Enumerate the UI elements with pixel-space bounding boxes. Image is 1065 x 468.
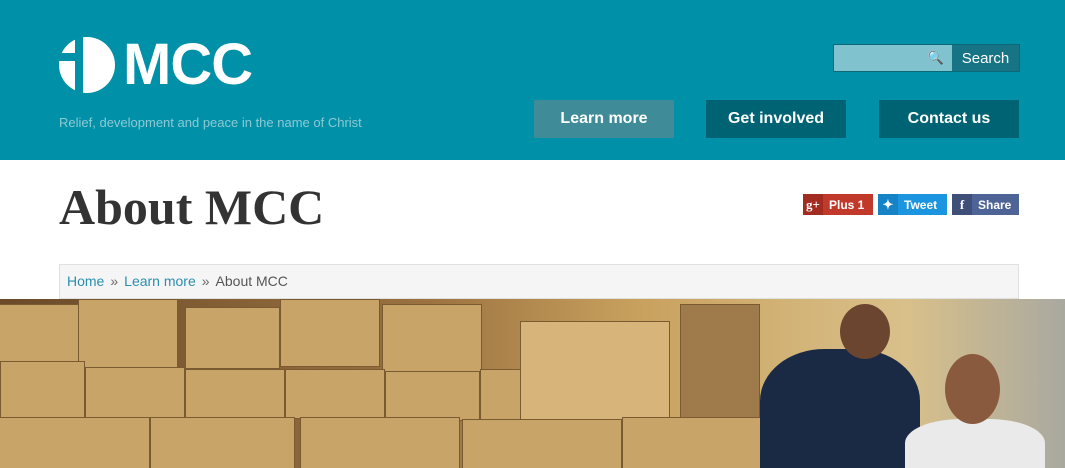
nav-contact-us[interactable]: Contact us <box>879 100 1019 138</box>
breadcrumb-separator: » <box>110 273 119 289</box>
search-icon: 🔍 <box>927 50 944 65</box>
search-input[interactable]: 🔍 <box>834 45 952 71</box>
gplus-share-button[interactable]: g+ Plus 1 <box>803 194 873 215</box>
breadcrumb-learn-more[interactable]: Learn more <box>124 273 196 289</box>
gplus-label: Plus 1 <box>829 197 865 212</box>
site-header: MCC Relief, development and peace in the… <box>0 0 1065 160</box>
breadcrumb-separator: » <box>201 273 210 289</box>
tagline: Relief, development and peace in the nam… <box>59 115 362 130</box>
logo-text: MCC <box>123 32 253 97</box>
search-form: 🔍 Search <box>833 44 1020 72</box>
breadcrumb-current: About MCC <box>215 273 288 289</box>
breadcrumb: Home » Learn more » About MCC <box>59 264 1019 299</box>
facebook-icon: f <box>952 194 972 215</box>
facebook-label: Share <box>978 197 1012 212</box>
nav-learn-more[interactable]: Learn more <box>534 100 674 138</box>
page-title: About MCC <box>59 179 325 235</box>
google-plus-icon: g+ <box>803 194 823 215</box>
hero-photo <box>0 299 1065 468</box>
breadcrumb-home[interactable]: Home <box>67 273 104 289</box>
mcc-dove-cross-icon <box>59 37 115 93</box>
facebook-share-button[interactable]: f Share <box>952 194 1019 215</box>
tweet-button[interactable]: ✦ Tweet <box>878 194 947 215</box>
aid-worker <box>760 349 920 468</box>
search-button[interactable]: Search <box>952 45 1019 71</box>
mcc-logo[interactable]: MCC <box>59 32 253 97</box>
twitter-icon: ✦ <box>878 194 898 215</box>
tweet-label: Tweet <box>904 197 938 212</box>
nav-get-involved[interactable]: Get involved <box>706 100 846 138</box>
